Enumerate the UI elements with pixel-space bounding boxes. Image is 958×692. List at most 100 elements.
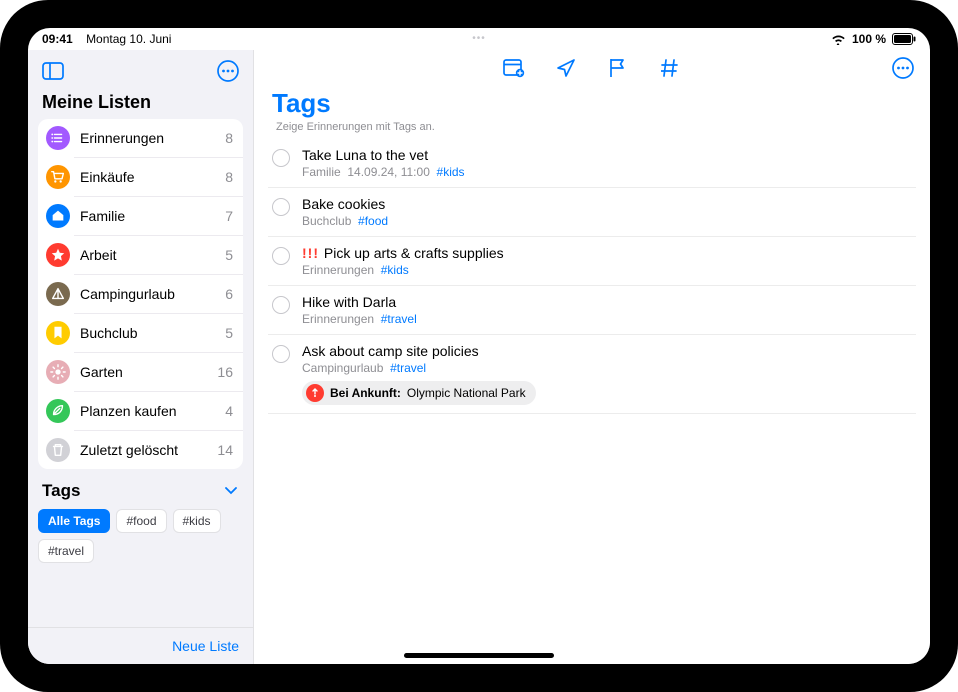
- arrival-icon: [306, 384, 324, 402]
- tags-section-title: Tags: [42, 481, 80, 501]
- list-count: 8: [225, 130, 233, 146]
- sidebar-list-item[interactable]: Zuletzt gelöscht 14: [74, 430, 243, 469]
- reminder-tag: #food: [358, 214, 388, 228]
- priority-indicator: !!!: [302, 245, 324, 261]
- home-indicator[interactable]: [404, 653, 554, 658]
- list-count: 5: [225, 325, 233, 341]
- sidebar-list-item[interactable]: Planzen kaufen 4: [74, 391, 243, 430]
- list-count: 14: [217, 442, 233, 458]
- reminder-tag: #kids: [437, 165, 465, 179]
- reminder-row[interactable]: Bake cookies Buchclub #food: [268, 188, 916, 237]
- main: Tags Zeige Erinnerungen mit Tags an. Tak…: [254, 50, 930, 664]
- complete-toggle[interactable]: [272, 149, 290, 167]
- leaf-icon: [46, 399, 70, 423]
- toggle-sidebar-button[interactable]: [40, 58, 66, 84]
- reminder-row[interactable]: Ask about camp site policies Campingurla…: [268, 335, 916, 414]
- reminder-title: Bake cookies: [302, 196, 385, 212]
- page-title: Tags: [254, 86, 930, 119]
- reminder-list: Familie: [302, 165, 341, 179]
- reminder-tag: #kids: [381, 263, 409, 277]
- complete-toggle[interactable]: [272, 198, 290, 216]
- sidebar-list-item[interactable]: Campingurlaub 6: [74, 274, 243, 313]
- location-pill[interactable]: Bei Ankunft: Olympic National Park: [302, 381, 536, 405]
- sidebar-list-item[interactable]: Einkäufe 8: [74, 157, 243, 196]
- lists-card: Erinnerungen 8 Einkäufe 8 Familie 7 Arbe…: [38, 119, 243, 469]
- list-count: 4: [225, 403, 233, 419]
- list-count: 16: [217, 364, 233, 380]
- reminder-row[interactable]: Take Luna to the vet Familie 14.09.24, 1…: [268, 139, 916, 188]
- reminder-title: Ask about camp site policies: [302, 343, 479, 359]
- list-icon: [46, 126, 70, 150]
- list-name: Einkäufe: [80, 169, 225, 185]
- main-more-button[interactable]: [890, 55, 916, 81]
- list-name: Garten: [80, 364, 217, 380]
- reminder-tag: #travel: [390, 361, 426, 375]
- sun-icon: [46, 360, 70, 384]
- chevron-down-icon[interactable]: [223, 483, 239, 499]
- tag-chip[interactable]: #travel: [38, 539, 94, 563]
- location-icon[interactable]: [553, 55, 579, 81]
- reminder-title: Hike with Darla: [302, 294, 396, 310]
- list-name: Arbeit: [80, 247, 225, 263]
- cart-icon: [46, 165, 70, 189]
- complete-toggle[interactable]: [272, 296, 290, 314]
- tag-chip[interactable]: #food: [116, 509, 166, 533]
- tag-chip[interactable]: #kids: [173, 509, 221, 533]
- reminder-title: Take Luna to the vet: [302, 147, 428, 163]
- hashtag-icon[interactable]: [657, 55, 683, 81]
- list-count: 6: [225, 286, 233, 302]
- complete-toggle[interactable]: [272, 345, 290, 363]
- reminder-list: Buchclub: [302, 214, 351, 228]
- sidebar-list-item[interactable]: Familie 7: [74, 196, 243, 235]
- sidebar-list-item[interactable]: Garten 16: [74, 352, 243, 391]
- reminder-date: 14.09.24, 11:00: [347, 165, 430, 179]
- list-count: 7: [225, 208, 233, 224]
- list-name: Familie: [80, 208, 225, 224]
- main-toolbar: [501, 55, 683, 81]
- sidebar-list-item[interactable]: Erinnerungen 8: [38, 119, 243, 157]
- list-name: Planzen kaufen: [80, 403, 225, 419]
- sidebar-more-button[interactable]: [215, 58, 241, 84]
- status-date: Montag 10. Juni: [86, 32, 171, 46]
- location-value: Olympic National Park: [407, 386, 526, 400]
- tag-chip[interactable]: Alle Tags: [38, 509, 110, 533]
- list-count: 5: [225, 247, 233, 263]
- reminder-list: Erinnerungen: [302, 312, 374, 326]
- list-count: 8: [225, 169, 233, 185]
- reminders-list: Take Luna to the vet Familie 14.09.24, 1…: [254, 139, 930, 414]
- reminder-row[interactable]: !!! Pick up arts & crafts supplies Erinn…: [268, 237, 916, 286]
- complete-toggle[interactable]: [272, 247, 290, 265]
- bookmark-icon: [46, 321, 70, 345]
- wifi-icon: [831, 34, 846, 45]
- status-left: 09:41 Montag 10. Juni: [42, 32, 171, 46]
- star-icon: [46, 243, 70, 267]
- tent-icon: [46, 282, 70, 306]
- screen: 09:41 Montag 10. Juni 100 %: [28, 28, 930, 664]
- location-label: Bei Ankunft:: [330, 386, 401, 400]
- tag-chips: Alle Tags#food #kids #travel: [28, 505, 253, 567]
- reminder-list: Campingurlaub: [302, 361, 383, 375]
- page-subtitle: Zeige Erinnerungen mit Tags an.: [254, 119, 930, 139]
- reminder-tag: #travel: [381, 312, 417, 326]
- multitask-grabber[interactable]: •••: [472, 33, 486, 44]
- calendar-add-icon[interactable]: [501, 55, 527, 81]
- reminder-row[interactable]: Hike with Darla Erinnerungen #travel: [268, 286, 916, 335]
- list-name: Zuletzt gelöscht: [80, 442, 217, 458]
- list-name: Buchclub: [80, 325, 225, 341]
- ipad-frame: ••• 09:41 Montag 10. Juni 100 %: [0, 0, 958, 692]
- battery-icon: [892, 33, 916, 45]
- new-list-label: Neue Liste: [172, 638, 239, 654]
- reminder-title: Pick up arts & crafts supplies: [324, 245, 504, 261]
- sidebar: Meine Listen Erinnerungen 8 Einkäufe 8 F…: [28, 50, 254, 664]
- status-right: 100 %: [831, 32, 916, 46]
- list-name: Campingurlaub: [80, 286, 225, 302]
- reminder-list: Erinnerungen: [302, 263, 374, 277]
- battery-text: 100 %: [852, 32, 886, 46]
- trash-icon: [46, 438, 70, 462]
- list-name: Erinnerungen: [80, 130, 225, 146]
- sidebar-list-item[interactable]: Buchclub 5: [74, 313, 243, 352]
- flag-icon[interactable]: [605, 55, 631, 81]
- new-list-button[interactable]: Neue Liste: [28, 627, 253, 664]
- sidebar-header: Meine Listen: [28, 90, 253, 119]
- sidebar-list-item[interactable]: Arbeit 5: [74, 235, 243, 274]
